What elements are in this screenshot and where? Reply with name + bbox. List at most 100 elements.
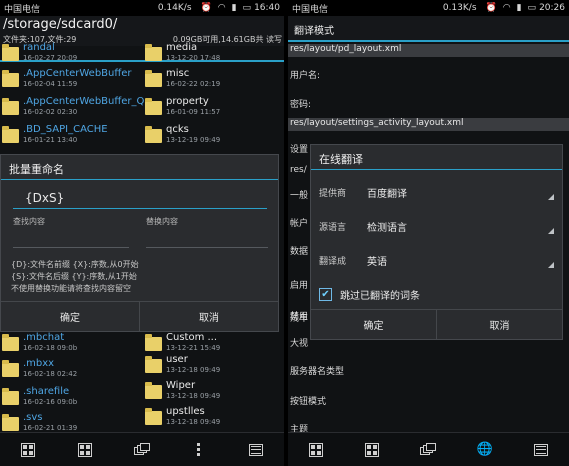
windows-icon[interactable] [420, 442, 437, 458]
source-language-select[interactable]: 检测语言 [363, 216, 554, 236]
globe-icon[interactable]: 🌐 [477, 442, 493, 458]
dialog-title-divider [1, 179, 278, 180]
skip-translated-row[interactable]: ✔ 跳过已翻译的词条 [319, 285, 554, 303]
file-name: randal [23, 42, 55, 53]
folder-icon [2, 388, 19, 405]
file-name: qcks [166, 124, 189, 135]
alarm-icon: ⏰ [200, 3, 212, 13]
battery-icon: ▭ [527, 3, 537, 13]
file-item[interactable]: user 13-12-18 09:49 [145, 354, 220, 382]
file-date: 13-12-18 09:49 [166, 392, 221, 400]
file-item[interactable]: property 16-01-09 11:57 [145, 96, 220, 124]
file-name: Custom ... [166, 332, 218, 343]
file-name: .svs [23, 412, 43, 423]
file-item[interactable]: upstlles 13-12-18 09:49 [145, 406, 220, 434]
folder-icon [145, 98, 162, 115]
folder-icon [145, 70, 162, 87]
file-name: user [166, 354, 188, 365]
provider-label: 提供商 [319, 188, 347, 199]
find-input[interactable] [13, 228, 129, 248]
file-name: media [166, 42, 198, 53]
cancel-button[interactable]: 取消 [436, 310, 562, 339]
string-key[interactable]: 用户名: [288, 68, 569, 81]
thumbnail-view-icon[interactable] [77, 442, 93, 458]
file-name: .sharefile [23, 386, 70, 397]
dialog-buttons: 确定 取消 [311, 309, 562, 339]
file-date: 13-12-18 09:49 [166, 366, 221, 374]
target-language-select[interactable]: 英语 [363, 250, 554, 270]
bottom-toolbar: 🌐 [288, 432, 569, 466]
ok-button[interactable]: 确定 [311, 310, 436, 339]
file-item[interactable]: .mbxx 16-02-18 02:42 [2, 358, 77, 386]
file-item[interactable]: .BD_SAPI_CACHE 16-01-21 13:40 [2, 124, 108, 152]
folder-icon [145, 382, 162, 399]
more-options-icon[interactable] [191, 442, 207, 458]
string-value[interactable]: res/layout/pd_layout.xml [288, 44, 569, 57]
menu-icon[interactable] [533, 442, 549, 458]
file-item[interactable]: Wiper 13-12-18 09:49 [145, 380, 220, 408]
file-name: .AppCenterWebBuffer_Q [23, 96, 145, 107]
file-name: misc [166, 68, 190, 79]
file-item[interactable]: .AppCenterWebBuffer 16-02-04 11:59 [2, 68, 132, 96]
file-date: 16-02-18 02:42 [23, 370, 78, 378]
file-name: .mbxx [23, 358, 55, 369]
file-date: 16-02-04 11:59 [23, 80, 78, 88]
folder-icon [145, 44, 162, 61]
status-bar: 中国电信 0.13K/s ⏰ ◠ ▮ ▭ 20:26 [288, 0, 569, 16]
file-item[interactable]: .sharefile 16-02-16 09:0b [2, 386, 77, 414]
skip-translated-checkbox[interactable]: ✔ [319, 287, 332, 301]
right-phone-screen: 中国电信 0.13K/s ⏰ ◠ ▮ ▭ 20:26 翻译模式 res/layo… [288, 0, 569, 466]
file-item[interactable]: .mbchat 16-02-18 09:0b [2, 332, 77, 360]
file-name: .mbchat [23, 332, 65, 343]
folder-icon [2, 414, 19, 431]
carrier-label: 中国电信 [292, 4, 329, 15]
target-language-row: 翻译成 英语 [319, 249, 554, 271]
dialog-title: 在线翻译 [319, 153, 363, 166]
file-name: Wiper [166, 380, 196, 391]
file-name: .AppCenterWebBuffer [23, 68, 132, 79]
thumbnail-view-icon[interactable] [364, 442, 380, 458]
online-translate-dialog: 在线翻译 提供商 百度翻译 源语言 检测语言 翻译成 英语 ✔ 跳过已翻译的词条… [310, 144, 563, 340]
grid-view-icon[interactable] [308, 442, 324, 458]
provider-row: 提供商 百度翻译 [319, 181, 554, 203]
skip-translated-label: 跳过已翻译的词条 [340, 290, 420, 302]
signal-icon: ▮ [231, 3, 237, 13]
windows-icon[interactable] [133, 442, 150, 458]
file-date: 16-02-22 02:19 [166, 80, 221, 88]
accent-divider [288, 40, 569, 42]
menu-icon[interactable] [248, 442, 264, 458]
string-key[interactable]: 密码: [288, 97, 569, 110]
dialog-title-divider [311, 169, 562, 170]
file-date: 13-12-19 09:49 [166, 136, 221, 144]
rename-pattern-input[interactable]: {DxS} [13, 187, 267, 209]
find-label: 查找内容 [13, 217, 45, 226]
file-date: 13-12-20 17:48 [166, 54, 221, 62]
signal-icon: ▮ [516, 3, 522, 13]
folder-icon [2, 126, 19, 143]
string-key[interactable]: 服务器名类型 [288, 364, 569, 377]
string-key[interactable]: 残车 [288, 311, 308, 324]
help-text-note: 不使用替换功能请将查找内容留空 [11, 284, 131, 293]
file-item[interactable]: media 13-12-20 17:48 [145, 42, 220, 70]
file-date: 13-12-21 15:49 [166, 344, 221, 352]
folder-icon [145, 126, 162, 143]
cancel-button[interactable]: 取消 [139, 302, 278, 331]
file-item[interactable]: .AppCenterWebBuffer_Q 16-02-02 02:30 [2, 96, 144, 124]
string-value[interactable]: res/layout/settings_activity_layout.xml [288, 118, 569, 131]
file-date: 16-02-27 20:09 [23, 54, 78, 62]
clock: 16:40 [254, 3, 280, 13]
clock: 20:26 [539, 3, 565, 13]
file-date: 16-01-09 11:57 [166, 108, 221, 116]
provider-select[interactable]: 百度翻译 [363, 182, 554, 202]
file-item[interactable]: misc 16-02-22 02:19 [145, 68, 220, 96]
network-speed: 0.13K/s [442, 3, 477, 13]
wifi-icon: ◠ [502, 3, 511, 13]
grid-view-icon[interactable] [20, 442, 36, 458]
replace-input[interactable] [146, 228, 268, 248]
file-item[interactable]: randal 16-02-27 20:09 [2, 42, 77, 70]
bottom-toolbar [0, 432, 284, 466]
ok-button[interactable]: 确定 [1, 302, 139, 331]
file-item[interactable]: qcks 13-12-19 09:49 [145, 124, 220, 152]
string-key[interactable]: 按钮模式 [288, 394, 569, 407]
carrier-label: 中国电信 [4, 4, 41, 15]
